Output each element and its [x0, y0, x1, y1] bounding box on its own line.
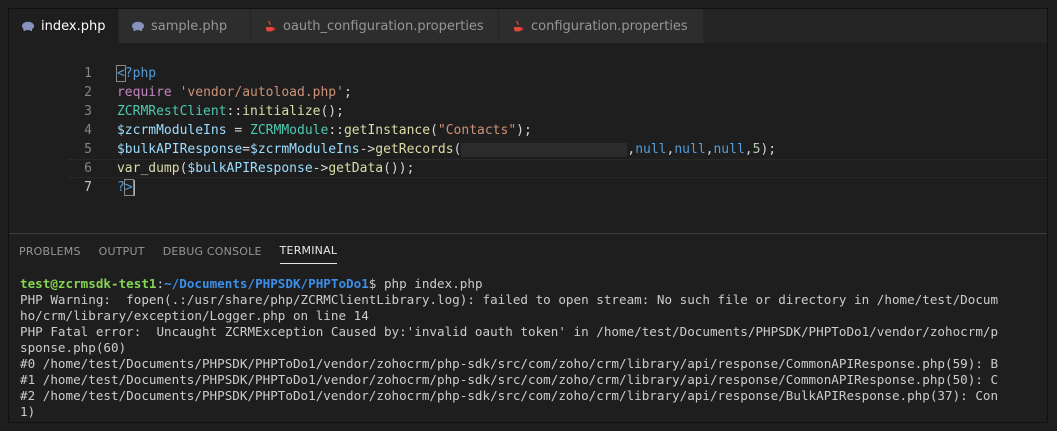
- terminal-line: #2 /home/test/Documents/PHPSDK/PHPToDo1/…: [20, 388, 999, 403]
- panel-tab-bar: PROBLEMS OUTPUT DEBUG CONSOLE TERMINAL: [9, 234, 1047, 266]
- tab-label: sample.php: [151, 18, 228, 34]
- php-close-tag: ?: [116, 180, 125, 195]
- code-editor[interactable]: 1 <?php 2 require 'vendor/autoload.php'; 3…: [9, 43, 1047, 233]
- tab-oauth-configuration-properties[interactable]: oauth_configuration.properties: [251, 9, 499, 43]
- tab-label: index.php: [41, 18, 106, 34]
- code-line: 5 $bulkAPIResponse=$zcrmModuleIns->getRec…: [9, 121, 1047, 157]
- tab-index-php[interactable]: index.php ×: [9, 9, 132, 43]
- prompt-user: test@zcrmsdk-test1: [20, 276, 157, 291]
- tab-label: configuration.properties: [531, 18, 688, 34]
- php-elephant-icon: [21, 20, 35, 32]
- tab-label: oauth_configuration.properties: [283, 18, 484, 34]
- tab-output[interactable]: OUTPUT: [99, 237, 145, 264]
- terminal-line: #0 /home/test/Documents/PHPSDK/PHPToDo1/…: [20, 356, 999, 371]
- bottom-panel: PROBLEMS OUTPUT DEBUG CONSOLE TERMINAL t…: [9, 233, 1047, 422]
- line-number: 7: [84, 180, 92, 195]
- vscode-window: index.php × sample.php oauth_configurati…: [8, 8, 1048, 423]
- terminal-line: PHP Warning: fopen(.:/usr/share/php/ZCRM…: [20, 292, 999, 307]
- tab-terminal[interactable]: TERMINAL: [279, 236, 338, 264]
- tab-debug-console[interactable]: DEBUG CONSOLE: [163, 237, 262, 264]
- tab-configuration-properties[interactable]: configuration.properties: [499, 9, 704, 43]
- terminal-line: 1): [20, 404, 36, 419]
- terminal-line: PHP Fatal error: Uncaught ZCRMException …: [20, 324, 999, 339]
- php-elephant-icon: [131, 20, 145, 32]
- code-line: 1 <?php: [9, 45, 1047, 82]
- prompt-path: ~/Documents/PHPSDK/PHPToDo1: [164, 276, 369, 291]
- code-line: 4 $zcrmModuleIns = ZCRMModule::getInstanc…: [9, 102, 1047, 138]
- java-cup-icon: [263, 20, 277, 32]
- java-cup-icon: [511, 20, 525, 32]
- code-line: 3 ZCRMRestClient::initialize();: [9, 83, 1047, 119]
- php-close-bracket: >: [123, 179, 134, 196]
- terminal-line: sponse.php(60): [20, 340, 127, 355]
- editor-tab-bar: index.php × sample.php oauth_configurati…: [9, 9, 1047, 43]
- code-line: 2 require 'vendor/autoload.php';: [9, 64, 1047, 100]
- terminal-output[interactable]: test@zcrmsdk-test1:~/Documents/PHPSDK/PH…: [9, 266, 1047, 420]
- prompt-command: $ php index.php: [368, 276, 483, 291]
- code-line-current: 7 ?>: [9, 159, 1047, 196]
- tab-problems[interactable]: PROBLEMS: [19, 237, 81, 264]
- code-line: 6 var_dump($bulkAPIResponse->getData());: [9, 140, 1047, 176]
- prompt-colon: :: [156, 276, 165, 291]
- terminal-line: #1 /home/test/Documents/PHPSDK/PHPToDo1/…: [20, 372, 999, 387]
- tab-sample-php[interactable]: sample.php: [119, 9, 251, 43]
- terminal-line: ho/crm/library/exception/Logger.php on l…: [20, 308, 369, 323]
- text-cursor: [132, 179, 135, 196]
- terminal-prompt-line: test@zcrmsdk-test1:~/Documents/PHPSDK/PH…: [20, 276, 1047, 292]
